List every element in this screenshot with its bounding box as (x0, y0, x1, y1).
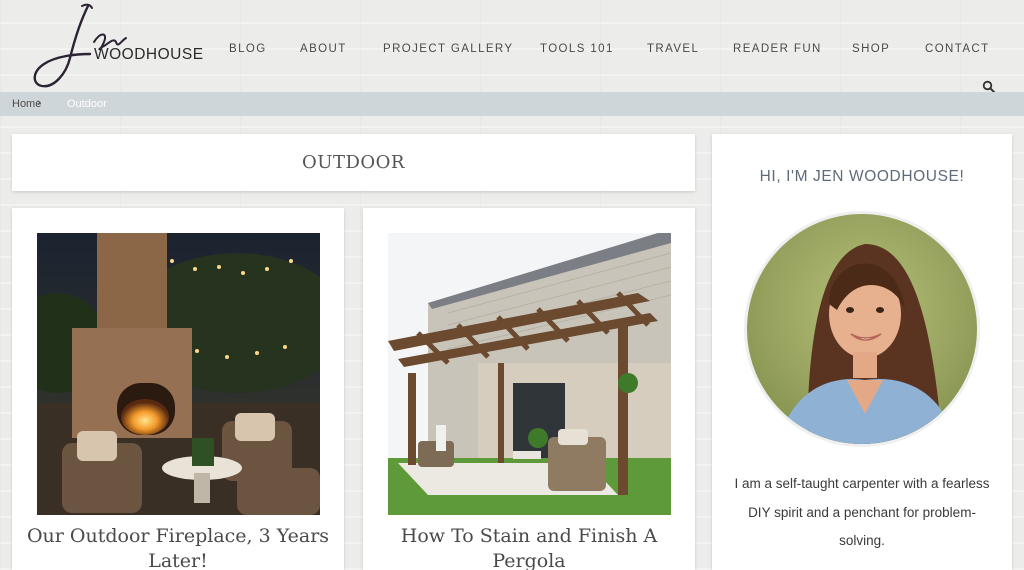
category-title-card: OUTDOOR (12, 134, 695, 191)
post-title-link[interactable]: Our Outdoor Fireplace, 3 Years Later! (12, 524, 344, 570)
post-card[interactable]: Our Outdoor Fireplace, 3 Years Later! (12, 208, 344, 570)
nav-item-blog[interactable]: BLOG (229, 43, 267, 55)
sidebar-heading: HI, I'M JEN WOODHOUSE! (759, 168, 965, 185)
sidebar-about-widget: HI, I'M JEN WOODHOUSE! I am a self-taugh… (712, 134, 1012, 570)
page-title: OUTDOOR (302, 152, 405, 173)
post-thumbnail[interactable] (388, 233, 671, 515)
sidebar-bio: I am a self-taught carpenter with a fear… (734, 476, 990, 548)
nav-item-project-gallery[interactable]: PROJECT GALLERY (383, 43, 514, 55)
nav-item-tools-101[interactable]: TOOLS 101 (540, 43, 614, 55)
nav-item-about[interactable]: ABOUT (300, 43, 347, 55)
chevron-right-icon: › (37, 97, 41, 109)
nav-item-reader-fun[interactable]: READER FUN (733, 43, 822, 55)
post-title-link[interactable]: How To Stain and Finish A Pergola (363, 524, 695, 570)
nav-item-shop[interactable]: SHOP (852, 43, 890, 55)
nav-item-travel[interactable]: TRAVEL (647, 43, 699, 55)
nav-item-contact[interactable]: CONTACT (925, 43, 990, 55)
site-header: WOODHOUSE BLOG ABOUT PROJECT GALLERY TOO… (0, 0, 1024, 93)
breadcrumb: Home › Outdoor (0, 92, 1024, 116)
avatar (744, 211, 980, 447)
breadcrumb-current: Outdoor (67, 98, 107, 110)
post-thumbnail[interactable] (37, 233, 320, 515)
main-nav: BLOG ABOUT PROJECT GALLERY TOOLS 101 TRA… (0, 43, 1024, 61)
post-card[interactable]: How To Stain and Finish A Pergola (363, 208, 695, 570)
